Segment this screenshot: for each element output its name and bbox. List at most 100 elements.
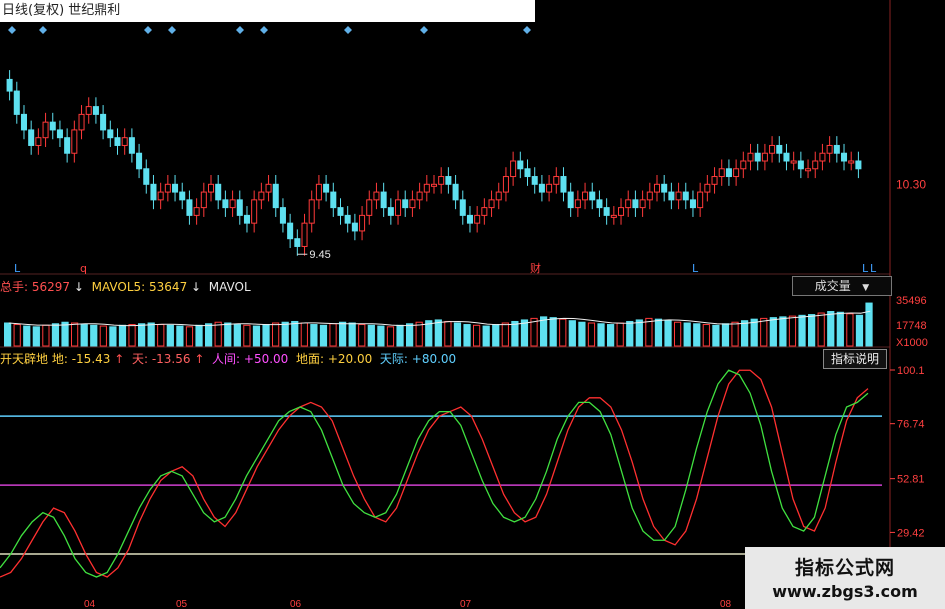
candle-body (783, 152, 790, 162)
renjian-label: 人间: (212, 352, 241, 366)
candle-body (344, 214, 351, 224)
volume-bar (310, 324, 318, 347)
up-arrow-icon: ↑ (114, 352, 125, 366)
volume-tick-label: 17748 (896, 320, 927, 332)
candle-body (351, 222, 358, 232)
volume-bar (329, 323, 337, 347)
indicator-select-dropdown[interactable]: 成交量 ▼ (792, 276, 892, 296)
volume-bar (798, 314, 806, 347)
volume-bar (128, 324, 136, 347)
volume-axis: 35496 17748 X1000 (896, 295, 928, 349)
volume-bar (415, 321, 423, 347)
volume-tick-label: X1000 (896, 337, 928, 349)
volume-bar (626, 320, 634, 347)
signal-diamond-icon (236, 26, 244, 34)
volume-bar (702, 324, 710, 347)
candle-body (395, 199, 402, 216)
candle-body (848, 160, 855, 164)
mavol5-value: 53647 (149, 280, 188, 294)
candle-body (546, 183, 553, 193)
candle-body (186, 199, 193, 216)
candle-body (258, 191, 265, 201)
candle-body (100, 113, 107, 131)
volume-bar (530, 317, 538, 347)
volume-bar (358, 324, 366, 347)
volume-bar (674, 321, 682, 347)
volume-bar (616, 322, 624, 347)
volume-bar (482, 325, 490, 347)
date-tick-label: 05 (176, 599, 188, 609)
volume-bar (855, 314, 864, 347)
candle-body (589, 191, 596, 201)
candle-body (797, 160, 804, 170)
candle-body (157, 191, 164, 201)
event-markers: Lq财LLL (14, 261, 877, 275)
candle-body (315, 183, 322, 201)
volume-bar (61, 321, 69, 347)
volume-bar (233, 324, 241, 347)
candle-body (200, 191, 207, 209)
candle-body (761, 152, 768, 162)
indicator-reference-lines (0, 415, 882, 555)
candle-body (56, 129, 63, 139)
candle-body (531, 176, 538, 185)
volume-bar (712, 324, 720, 347)
volume-bar (396, 324, 404, 347)
indicator-axis: 100.1 76.74 52.81 29.42 (890, 365, 925, 539)
volume-bar (654, 318, 663, 347)
candle-body (840, 152, 848, 162)
volume-bar (760, 317, 768, 347)
candle-body (560, 176, 567, 193)
volume-bar (90, 324, 98, 347)
date-tick-label: 06 (290, 599, 302, 609)
candle-body (653, 183, 661, 193)
down-arrow-icon: ↓ (73, 280, 84, 294)
volume-bar (511, 320, 519, 347)
volume-bar (214, 321, 222, 347)
volume-bar (501, 322, 509, 347)
volume-bar (406, 323, 414, 347)
event-marker: q (80, 262, 87, 275)
watermark-title: 指标公式网 (794, 557, 895, 579)
candle-body (675, 191, 682, 201)
volume-bar (262, 324, 270, 347)
candle-body (639, 199, 646, 209)
volume-bar (281, 321, 289, 347)
signal-diamond-icon (168, 26, 176, 34)
dimian-value: +20.00 (327, 352, 373, 366)
indicator-name: 开天辟地 (0, 352, 49, 366)
volume-bar (138, 323, 146, 347)
candle-body (222, 199, 229, 209)
dimian-label: 地面: (295, 352, 325, 366)
candle-body (150, 183, 157, 201)
candle-body (423, 183, 430, 193)
indicator-help-button[interactable]: 指标说明 (823, 349, 887, 369)
volume-bar (578, 321, 586, 347)
signal-diamond-icon (523, 26, 531, 34)
price-candles (6, 70, 862, 256)
volume-bars (4, 302, 873, 347)
candle-body (71, 129, 78, 154)
candle-body (28, 129, 35, 146)
volume-bar (597, 323, 605, 347)
volume-bar (32, 326, 40, 347)
volume-bar (157, 324, 165, 347)
volume-bar (205, 323, 213, 347)
volume-bar (71, 322, 79, 347)
indicator-tick-label: 100.1 (897, 365, 925, 377)
renjian-value: +50.00 (243, 352, 289, 366)
candle-body (582, 191, 589, 201)
candle-body (725, 168, 732, 178)
candle-body (833, 144, 840, 154)
candle-body (92, 106, 99, 115)
tian-value: -13.56 (151, 352, 191, 366)
dropdown-label: 成交量 (814, 279, 851, 293)
candle-body (769, 144, 776, 154)
total-volume-label: 总手: (0, 280, 29, 294)
signal-diamond-icon (8, 26, 16, 34)
volume-bar (444, 320, 452, 347)
volume-bar (731, 321, 739, 347)
volume-bar (779, 316, 787, 347)
volume-bar (109, 326, 117, 347)
candle-body (776, 144, 783, 154)
